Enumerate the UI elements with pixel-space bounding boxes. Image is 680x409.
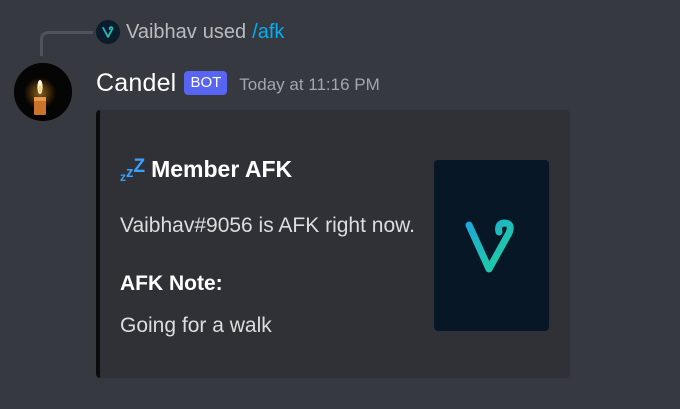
- reply-reference[interactable]: Vaibhav used /afk: [96, 18, 284, 46]
- slash-command-link[interactable]: /afk: [252, 21, 284, 44]
- replied-username[interactable]: Vaibhav: [126, 21, 197, 44]
- reply-used-text: used: [202, 20, 247, 43]
- author-username[interactable]: Candel: [96, 69, 176, 98]
- embed-title: zzZ Member AFK: [120, 156, 292, 183]
- embed-thumbnail[interactable]: [434, 160, 549, 331]
- reply-connector: [40, 31, 93, 56]
- embed-field-value: Going for a walk: [120, 314, 272, 337]
- embed-title-text: Member AFK: [151, 156, 293, 182]
- sleeping-zzz-icon: zzZ: [120, 156, 146, 184]
- chat-message: Vaibhav used /afk Candel BOT Today at 11…: [0, 0, 680, 409]
- message-header: Candel BOT Today at 11:16 PM: [96, 66, 380, 100]
- embed-description: Vaibhav#9056 is AFK right now.: [120, 214, 415, 237]
- author-avatar[interactable]: [14, 63, 72, 121]
- v-logo-small-icon: [102, 26, 114, 38]
- message-timestamp[interactable]: Today at 11:16 PM: [239, 75, 380, 95]
- v-logo-icon: [465, 219, 514, 272]
- afk-embed: zzZ Member AFK Vaibhav#9056 is AFK right…: [96, 110, 570, 378]
- candle-avatar-icon: [14, 63, 72, 121]
- embed-field-name: AFK Note:: [120, 272, 223, 295]
- replied-user-avatar[interactable]: [96, 20, 120, 44]
- bot-badge: BOT: [184, 71, 228, 95]
